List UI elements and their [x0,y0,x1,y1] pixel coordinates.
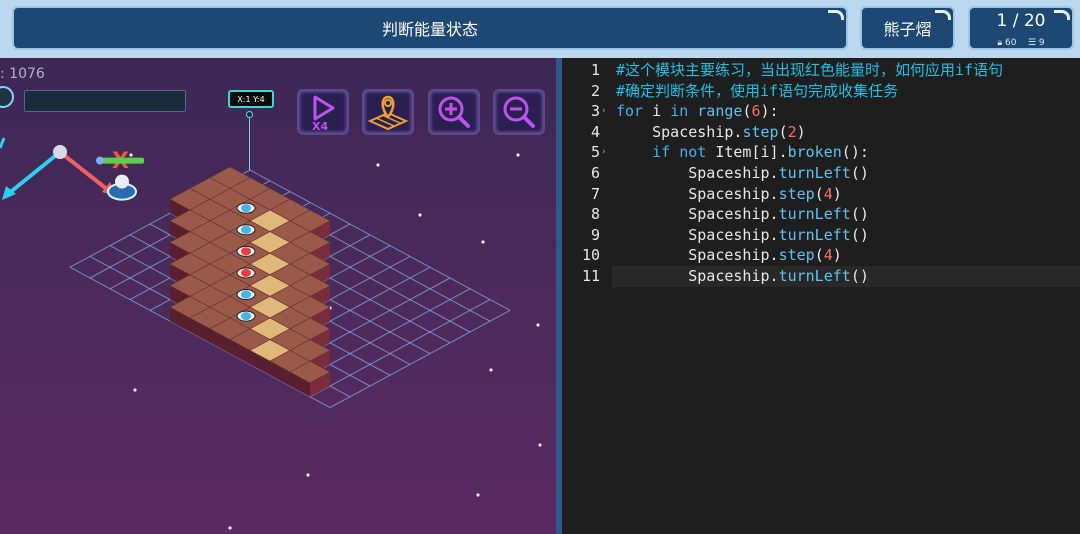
star [133,388,137,392]
energy-core [241,290,251,299]
energy-core [241,247,251,256]
fold-toggle-icon[interactable]: › [602,148,610,157]
spaceship-health-bar [102,157,144,164]
code-line[interactable]: if not Item[i].broken(): [612,142,1080,163]
energy-core [241,312,251,321]
star [306,473,310,477]
line-number: 4 [590,122,600,141]
username-text: 熊子熠 [883,20,932,39]
star [536,323,540,327]
level-stats: 🔒︎ 60 ☰ 9 [970,38,1072,48]
code-line[interactable]: for i in range(6): [612,101,1080,122]
star [376,163,380,167]
line-number: 7 [590,184,600,203]
username-badge[interactable]: 熊子熠 [860,6,955,50]
star [476,493,480,497]
level-counter[interactable]: 1 / 20 🔒︎ 60 ☰ 9 [968,6,1074,50]
star [418,213,422,217]
game-board [69,153,542,530]
code-line-active[interactable]: Spaceship.turnLeft() [612,266,1080,287]
level-title-text: 判断能量状态 [381,20,478,39]
line-number: 6 [590,164,600,182]
corner-decoration [828,10,844,20]
list-icon: ☰ [1027,38,1037,48]
line-number: 8 [590,205,600,224]
energy-core [241,268,251,277]
spaceship-health-icon [96,156,104,165]
code-line[interactable]: Spaceship.turnLeft() [612,204,1080,225]
code-line[interactable]: #确定判断条件，使用if语句完成收集任务 [612,81,1080,102]
star [516,153,520,157]
line-number: 1 [590,61,600,79]
star [129,153,133,157]
grid-line [309,299,491,398]
grid-line [329,309,511,409]
star [489,368,493,372]
energy-core [241,225,251,234]
star [538,443,542,447]
top-bar: 判断能量状态 熊子熠 1 / 20 🔒︎ 60 ☰ 9 [0,0,1080,58]
code-line[interactable]: Spaceship.turnLeft() [612,163,1080,184]
stat-2-value: 9 [1038,38,1045,48]
line-number: 5 [590,143,600,162]
code-area[interactable]: #这个模块主要练习，当出现红色能量时，如何应用if语句 #确定判断条件，使用if语… [612,58,1080,534]
line-number: 9 [590,225,600,244]
line-gutter: 1 2 3 4 5 6 7 8 9 10 11 › › [562,58,612,534]
level-title: 判断能量状态 [12,6,848,50]
lock-icon: 🔒︎ [997,38,1003,48]
code-editor[interactable]: 1 2 3 4 5 6 7 8 9 10 11 › › #这个模块主要练习，当出现红色能量时，如何应用i… [562,58,1080,534]
game-canvas[interactable]: : 1076 X:1 Y:4 X4 [0,58,556,534]
code-line[interactable]: Spaceship.step(2) [612,122,1080,143]
line-number: 10 [581,246,600,265]
star [481,240,485,244]
code-line[interactable]: Spaceship.step(4) [612,184,1080,205]
line-number: 11 [581,267,600,285]
code-line[interactable]: #这个模块主要练习，当出现红色能量时，如何应用if语句 [612,60,1080,81]
line-number: 2 [590,81,600,100]
corner-decoration [1054,10,1070,20]
star [228,526,232,530]
code-line[interactable]: Spaceship.step(4) [612,245,1080,266]
code-line[interactable]: Spaceship.turnLeft() [612,225,1080,246]
line-number: 3 [590,102,600,121]
corner-decoration [935,10,951,20]
spaceship-pilot [115,174,129,189]
fold-toggle-icon[interactable]: › [602,107,610,116]
stat-1-value: 60 [1005,38,1017,48]
energy-core [241,204,251,213]
